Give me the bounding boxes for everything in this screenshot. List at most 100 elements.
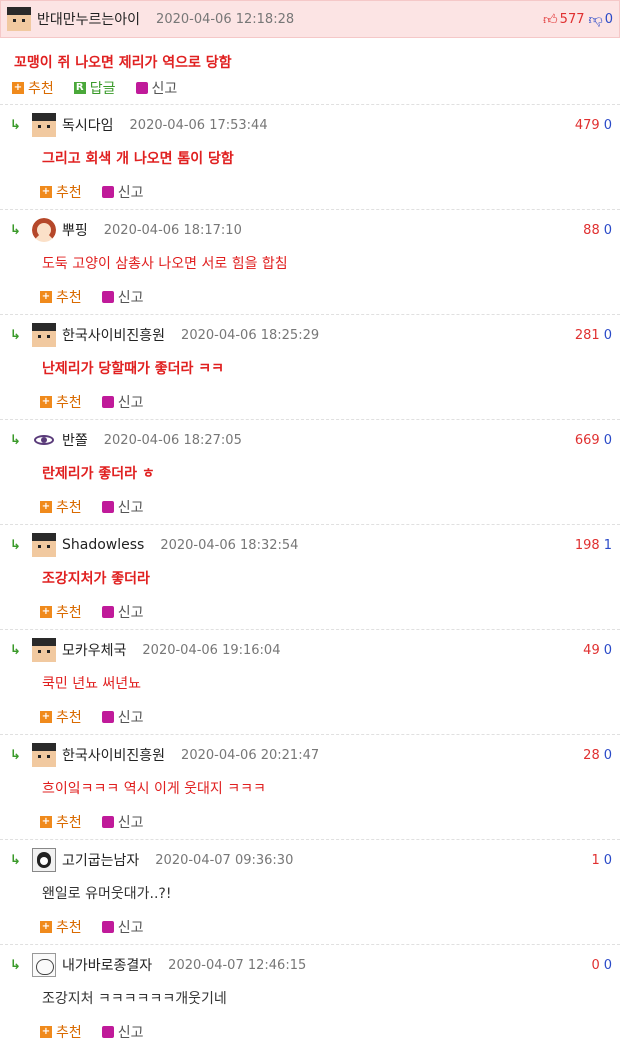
recommend-button[interactable]: + 추천 [40, 602, 82, 622]
recommend-button[interactable]: + 추천 [40, 812, 82, 832]
recommend-button[interactable]: + 추천 [12, 78, 54, 98]
user-avatar[interactable] [32, 638, 56, 662]
plus-icon: + [40, 711, 52, 723]
up-vote-count[interactable]: 198 [575, 538, 600, 553]
reply-header: ↳ 한국사이비진흥원 2020-04-06 18:25:29 281 0 [10, 315, 612, 351]
report-button[interactable]: 신고 [101, 182, 144, 202]
author-nickname[interactable]: 한국사이비진흥원 [62, 325, 165, 345]
reply-text: 난제리가 당할때가 좋더라 ㅋㅋ [42, 361, 225, 377]
reply-button[interactable]: R 답글 [73, 78, 116, 98]
comment-date: 2020-04-06 18:17:10 [103, 222, 242, 238]
down-vote-count[interactable]: 0 [604, 643, 612, 658]
siren-icon [101, 711, 114, 723]
up-vote-count[interactable]: 1 [591, 853, 599, 868]
author-nickname[interactable]: Shadowless [62, 537, 144, 553]
vote-counts: 669 0 [575, 433, 612, 448]
user-avatar[interactable] [32, 743, 56, 767]
reply-arrow-icon: ↳ [10, 327, 21, 343]
user-avatar[interactable] [32, 113, 56, 137]
down-vote-count[interactable]: 0 [604, 748, 612, 763]
down-vote-count[interactable]: 0 [604, 223, 612, 238]
report-label: 신고 [117, 710, 144, 726]
reply-item: ↳ 뿌핑 2020-04-06 18:17:10 88 0 도둑 고양이 삼총사 나오면 … [0, 209, 620, 314]
recommend-button[interactable]: + 추천 [40, 287, 82, 307]
plus-icon: + [40, 396, 52, 408]
up-vote-count[interactable]: 28 [583, 748, 600, 763]
vote-counts: 10 [591, 853, 612, 868]
best-comment-text: 꼬맹이 쥐 나오면 제리가 역으로 당함 [14, 55, 232, 71]
author-nickname[interactable]: 반대만누르는아이 [37, 9, 140, 29]
reply-label: 답글 [89, 81, 116, 97]
thumbs-up-icon[interactable]: 👍︎ [543, 11, 558, 28]
report-button[interactable]: 신고 [101, 392, 144, 412]
user-avatar[interactable] [32, 323, 56, 347]
recommend-button[interactable]: + 추천 [40, 392, 82, 412]
comment-date: 2020-04-06 18:25:29 [181, 327, 320, 343]
down-vote-count[interactable]: 0 [604, 433, 612, 448]
recommend-button[interactable]: + 추천 [40, 707, 82, 727]
recommend-button[interactable]: + 추천 [40, 917, 82, 937]
reply-text: 조강지처가 좋더라 [42, 571, 150, 587]
down-vote-count[interactable]: 0 [604, 328, 612, 343]
recommend-label: 추천 [56, 710, 82, 726]
author-nickname[interactable]: 독시다임 [62, 115, 114, 135]
reply-actions: + 추천 신고 [10, 177, 612, 207]
user-avatar[interactable] [32, 848, 56, 872]
up-vote-count[interactable]: 0 [591, 958, 599, 973]
vote-counts: 👍︎ 577 👎︎ 0 [543, 11, 613, 28]
report-button[interactable]: 신고 [135, 78, 177, 98]
up-vote-count[interactable]: 669 [575, 433, 600, 448]
user-avatar[interactable] [32, 953, 56, 977]
user-avatar[interactable] [32, 428, 56, 452]
author-nickname[interactable]: 고기굽는남자 [62, 850, 139, 870]
reply-item: ↳ 한국사이비진흥원 2020-04-06 18:25:29 281 0 난제리가 당할때… [0, 314, 620, 419]
reply-actions: + 추천 신고 [10, 807, 612, 837]
siren-icon [101, 606, 114, 618]
report-label: 신고 [117, 605, 144, 621]
author-nickname[interactable]: 반쫄 [62, 430, 88, 450]
user-avatar[interactable] [32, 218, 56, 242]
up-vote-count[interactable]: 49 [583, 643, 600, 658]
report-button[interactable]: 신고 [101, 1022, 144, 1042]
comment-date: 2020-04-06 20:21:47 [181, 747, 320, 763]
report-button[interactable]: 신고 [101, 602, 144, 622]
report-label: 신고 [117, 1025, 144, 1041]
down-vote-count[interactable]: 0 [604, 118, 612, 133]
down-vote-count[interactable]: 0 [604, 958, 612, 973]
report-button[interactable]: 신고 [101, 707, 144, 727]
down-vote-count[interactable]: 1 [604, 538, 612, 553]
plus-icon: + [40, 606, 52, 618]
recommend-label: 추천 [56, 605, 82, 621]
thumbs-down-icon[interactable]: 👎︎ [589, 11, 603, 28]
up-vote-count[interactable]: 281 [575, 328, 600, 343]
siren-icon [101, 1026, 114, 1038]
author-nickname[interactable]: 뿌핑 [62, 220, 88, 240]
reply-item: ↳ 한국사이비진흥원 2020-04-06 20:21:47 28 0 흐이잌ㅋㅋㅋ 역시… [0, 734, 620, 839]
recommend-label: 추천 [56, 500, 82, 516]
author-nickname[interactable]: 내가바로종결자 [62, 955, 152, 975]
report-button[interactable]: 신고 [101, 812, 144, 832]
author-nickname[interactable]: 한국사이비진흥원 [62, 745, 165, 765]
down-vote-count[interactable]: 0 [604, 853, 612, 868]
vote-counts: 281 0 [575, 328, 612, 343]
user-avatar[interactable] [7, 7, 31, 31]
siren-icon [101, 816, 114, 828]
report-button[interactable]: 신고 [101, 287, 144, 307]
reply-actions: + 추천 신고 [10, 492, 612, 522]
recommend-label: 추천 [56, 920, 82, 936]
up-vote-count[interactable]: 479 [575, 118, 600, 133]
report-label: 신고 [117, 185, 144, 201]
reply-text: 란제리가 좋더라 ㅎ [42, 466, 155, 482]
report-button[interactable]: 신고 [101, 917, 144, 937]
up-vote-count[interactable]: 88 [583, 223, 600, 238]
best-comment-header: 반대만누르는아이 2020-04-06 12:18:28 👍︎ 577 👎︎ 0 [0, 0, 620, 38]
author-nickname[interactable]: 모카우체국 [62, 640, 126, 660]
recommend-button[interactable]: + 추천 [40, 497, 82, 517]
reply-item: ↳ 반쫄 2020-04-06 18:27:05 669 0 란제리가 좋더라 ㅎ + 추천 신… [0, 419, 620, 524]
user-avatar[interactable] [32, 533, 56, 557]
recommend-button[interactable]: + 추천 [40, 182, 82, 202]
recommend-button[interactable]: + 추천 [40, 1022, 82, 1042]
report-label: 신고 [117, 395, 144, 411]
reply-actions: + 추천 신고 [10, 912, 612, 942]
report-button[interactable]: 신고 [101, 497, 144, 517]
